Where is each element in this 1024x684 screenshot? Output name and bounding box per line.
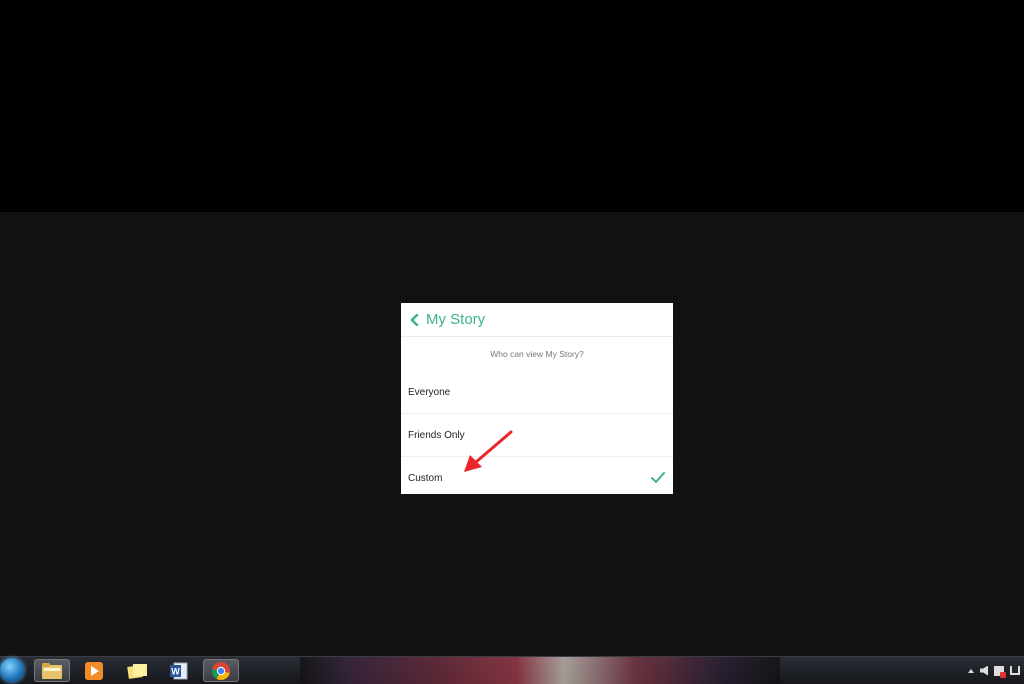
privacy-options-list: Everyone Friends Only Custom bbox=[401, 371, 673, 494]
taskbar-wallpaper-strip bbox=[300, 657, 780, 684]
top-black-band bbox=[0, 0, 1024, 212]
chevron-left-icon bbox=[410, 313, 418, 326]
word-taskbar-button[interactable]: W bbox=[161, 659, 197, 682]
option-label: Friends Only bbox=[408, 429, 465, 441]
my-story-privacy-panel: My Story Who can view My Story? Everyone… bbox=[401, 303, 673, 494]
sticky-notes-icon bbox=[127, 663, 147, 679]
alert-mark-icon bbox=[1000, 671, 1006, 678]
svg-text:W: W bbox=[171, 666, 180, 676]
option-everyone[interactable]: Everyone bbox=[401, 371, 673, 413]
file-explorer-taskbar-button[interactable] bbox=[34, 659, 70, 682]
privacy-question: Who can view My Story? bbox=[490, 349, 584, 359]
panel-header: My Story bbox=[401, 303, 673, 337]
network-icon[interactable] bbox=[1010, 666, 1020, 675]
chrome-icon bbox=[211, 661, 230, 680]
option-friends-only[interactable]: Friends Only bbox=[401, 413, 673, 456]
page-title: My Story bbox=[426, 311, 486, 328]
volume-icon[interactable] bbox=[980, 665, 988, 676]
checkmark-icon bbox=[651, 472, 665, 483]
option-label: Custom bbox=[408, 472, 443, 484]
back-button[interactable] bbox=[404, 303, 424, 336]
media-player-taskbar-button[interactable] bbox=[76, 659, 112, 682]
system-tray bbox=[968, 659, 1020, 682]
sticky-notes-taskbar-button[interactable] bbox=[119, 659, 155, 682]
start-button[interactable] bbox=[0, 658, 24, 682]
option-label: Everyone bbox=[408, 386, 451, 398]
option-custom[interactable]: Custom bbox=[401, 456, 673, 494]
chrome-taskbar-button[interactable] bbox=[203, 659, 239, 682]
word-icon: W bbox=[170, 662, 188, 679]
media-player-icon bbox=[85, 661, 103, 680]
show-hidden-icons-icon[interactable] bbox=[968, 668, 974, 673]
folder-icon bbox=[42, 662, 62, 679]
action-center-flag-icon[interactable] bbox=[994, 665, 1006, 678]
windows-taskbar: W bbox=[0, 656, 1024, 684]
